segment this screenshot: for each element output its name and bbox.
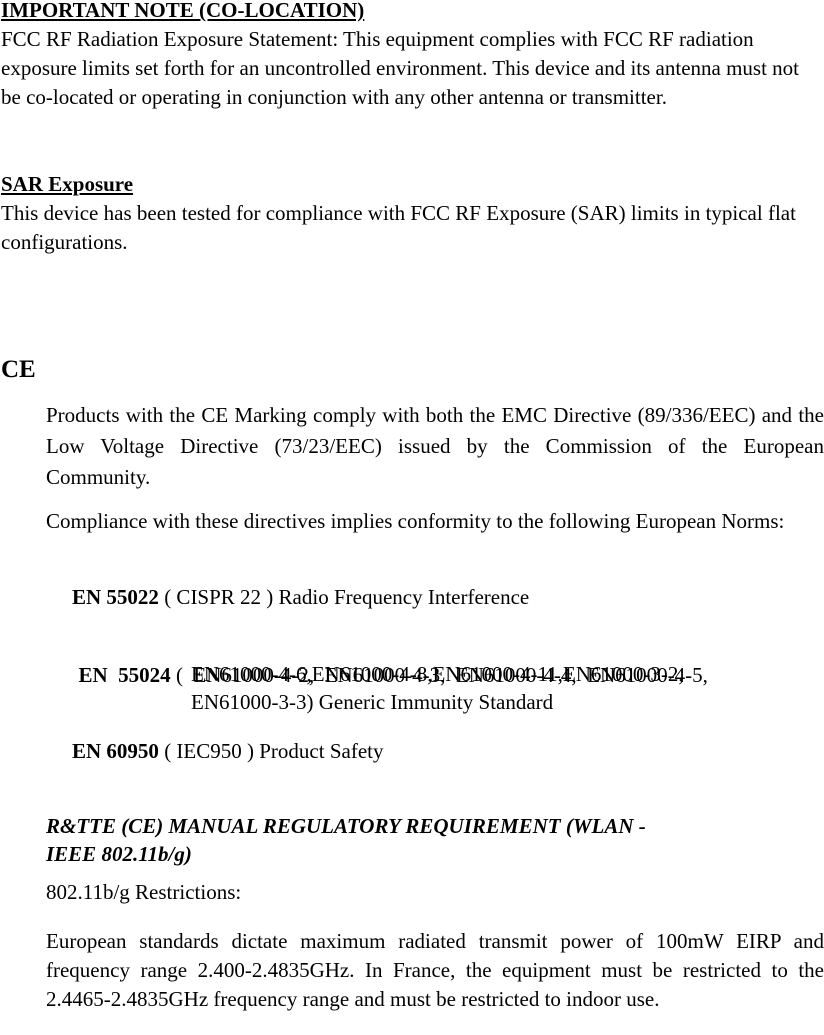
rtte-body: European standards dictate maximum radia… bbox=[46, 929, 824, 1011]
rtte-restrictions-label: 802.11b/g Restrictions: bbox=[46, 880, 242, 904]
rtte-heading-line1: R&TTE (CE) MANUAL REGULATORY REQUIREMENT… bbox=[46, 814, 646, 838]
colocation-heading: IMPORTANT NOTE (CO-LOCATION) bbox=[1, 0, 365, 22]
norm-code: EN 60950 bbox=[72, 739, 159, 763]
colocation-body: FCC RF Radiation Exposure Statement: Thi… bbox=[1, 27, 800, 109]
norm-code: EN 55024 bbox=[78, 663, 171, 687]
sar-body: This device has been tested for complian… bbox=[1, 201, 796, 254]
sar-heading: SAR Exposure bbox=[1, 172, 134, 196]
norm-en60950: EN 60950 ( IEC950 ) Product Safety bbox=[72, 737, 383, 766]
norm-description: ( IEC950 ) Product Safety bbox=[158, 739, 384, 763]
ce-heading: CE bbox=[1, 356, 36, 383]
ce-paragraph-compliance: Compliance with these directives implies… bbox=[46, 509, 785, 533]
norm-en55024-line2: EN61000-4-6,EN61000-4-8,EN61000-4-11,EN6… bbox=[191, 662, 684, 686]
norm-en55022: EN 55022 ( CISPR 22 ) Radio Frequency In… bbox=[72, 583, 529, 612]
norm-description: ( CISPR 22 ) Radio Frequency Interferenc… bbox=[158, 585, 530, 609]
rtte-heading-line2: IEEE 802.11b/g) bbox=[46, 842, 192, 866]
ce-paragraph-directives: Products with the CE Marking comply with… bbox=[46, 403, 824, 489]
norm-en55024-line3: EN61000-3-3) Generic Immunity Standard bbox=[191, 690, 554, 714]
norm-code: EN 55022 bbox=[72, 585, 159, 609]
